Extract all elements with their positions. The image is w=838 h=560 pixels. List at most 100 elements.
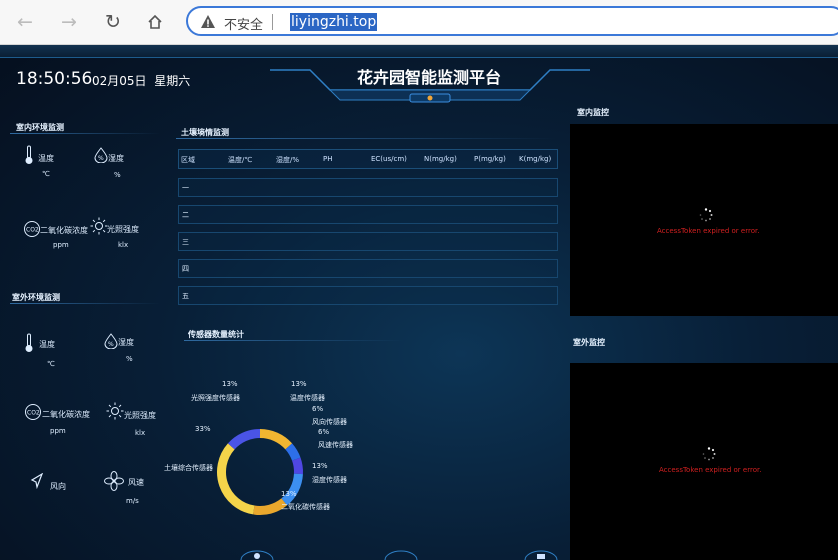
outdoor-co2-unit: ppm	[50, 427, 66, 435]
outdoor-cam-error: AccessToken expired or error.	[659, 466, 762, 474]
outdoor-humidity-label: 湿度	[118, 338, 134, 347]
outdoor-env-title: 室外环境监测	[12, 293, 60, 302]
donut-slice[interactable]	[217, 443, 255, 515]
indoor-light-label: 光照强度	[107, 225, 139, 234]
divider	[10, 303, 160, 304]
donut-label-percent: 6%	[318, 428, 330, 436]
outdoor-humidity-unit: %	[126, 355, 133, 363]
indoor-humidity-label: 湿度	[108, 154, 124, 163]
indoor-env-title: 室内环境监测	[16, 123, 64, 132]
table-row	[178, 232, 558, 251]
outdoor-video-player[interactable]	[570, 363, 838, 560]
svg-text:%: %	[98, 155, 104, 162]
soil-row-label: 二	[182, 211, 189, 219]
svg-text:%: %	[108, 341, 114, 348]
outdoor-light-label: 光照强度	[124, 411, 156, 420]
nav-circle-icon[interactable]	[384, 548, 418, 560]
top-border	[0, 45, 838, 58]
svg-text:CO2: CO2	[27, 410, 40, 417]
indoor-co2-label: 二氧化碳浓度	[40, 226, 88, 235]
sensor-stats-title: 传感器数量统计	[188, 330, 244, 339]
co2-icon: CO2	[24, 221, 40, 237]
indoor-co2-unit: ppm	[53, 241, 69, 249]
humidity-icon: %	[104, 333, 118, 349]
indoor-light-unit: klx	[118, 241, 129, 249]
thermometer-icon	[25, 145, 33, 164]
indoor-humidity-unit: %	[114, 171, 121, 179]
loading-spinner-icon	[699, 208, 713, 222]
wind-speed-label: 风速	[128, 478, 144, 487]
svg-text:CO2: CO2	[26, 227, 39, 234]
donut-label-percent: 6%	[312, 405, 324, 413]
divider	[272, 14, 273, 30]
soil-col-n: N(mg/kg)	[424, 155, 457, 163]
indoor-cam-error: AccessToken expired or error.	[657, 227, 760, 235]
wind-speed-unit: m/s	[126, 497, 139, 505]
donut-label-name: 湿度传感器	[312, 476, 347, 484]
fan-icon	[104, 471, 124, 491]
soil-title: 土壤墒情监测	[181, 128, 229, 137]
humidity-icon: %	[94, 147, 108, 163]
soil-col-k: K(mg/kg)	[519, 155, 552, 163]
outdoor-cam-title: 室外监控	[573, 338, 605, 347]
donut-label-name: 土壤综合传感器	[164, 464, 213, 472]
indoor-temp-label: 温度	[38, 154, 54, 163]
dashboard: 18:50:56 02月05日 星期六 花卉园智能监测平台 室内环境监测 温度 …	[0, 45, 838, 560]
donut-label-percent: 13%	[281, 490, 297, 498]
soil-row-label: 一	[182, 184, 189, 192]
indoor-cam-title: 室内监控	[577, 108, 609, 117]
donut-label-percent: 13%	[312, 462, 328, 470]
wind-direction-icon	[30, 473, 44, 489]
divider	[184, 340, 404, 341]
outdoor-temp-unit: ℃	[47, 360, 55, 368]
donut-label-percent: 33%	[195, 425, 211, 433]
back-icon[interactable]: ←	[12, 9, 38, 35]
donut-label-name: 温度传感器	[290, 394, 325, 402]
url-text[interactable]: liyingzhi.top	[290, 13, 378, 31]
loading-spinner-icon	[702, 447, 716, 461]
donut-label-percent: 13%	[291, 380, 307, 388]
divider	[10, 133, 160, 134]
table-row	[178, 205, 558, 224]
wind-direction-label: 风向	[50, 482, 66, 491]
outdoor-temp-label: 温度	[39, 340, 55, 349]
forward-icon[interactable]: →	[56, 9, 82, 35]
indoor-temp-unit: ℃	[42, 170, 50, 178]
outdoor-co2-label: 二氧化碳浓度	[42, 410, 90, 419]
soil-row-label: 四	[182, 265, 189, 273]
soil-col-ph: PH	[323, 155, 333, 163]
nav-circle-icon[interactable]	[524, 548, 558, 560]
address-bar[interactable]: 不安全 liyingzhi.top	[186, 6, 838, 36]
donut-slice[interactable]	[260, 429, 293, 450]
soil-row-label: 三	[182, 238, 189, 246]
table-row	[178, 259, 558, 278]
home-icon[interactable]	[142, 9, 168, 35]
donut-slice[interactable]	[227, 429, 260, 450]
table-row	[178, 286, 558, 305]
donut-label-name: 风向传感器	[312, 418, 347, 426]
warning-icon	[201, 15, 215, 28]
donut-label-name: 光照强度传感器	[191, 394, 240, 402]
thermometer-icon	[25, 333, 33, 352]
donut-label-name: 风速传感器	[318, 441, 353, 449]
page-title: 花卉园智能监测平台	[356, 68, 501, 87]
co2-icon: CO2	[25, 404, 41, 420]
reload-icon[interactable]: ↻	[100, 9, 126, 35]
soil-col-temp: 温度/℃	[228, 156, 253, 164]
soil-col-ec: EC(us/cm)	[371, 155, 407, 163]
donut-label-percent: 13%	[222, 380, 238, 388]
divider	[176, 138, 556, 139]
sun-icon	[106, 402, 124, 420]
outdoor-light-unit: klx	[135, 429, 146, 437]
soil-col-area: 区域	[181, 156, 195, 164]
donut-slice[interactable]	[292, 457, 303, 475]
table-row	[178, 178, 558, 197]
soil-row-label: 五	[182, 292, 189, 300]
sun-icon	[90, 217, 108, 235]
soil-col-humidity: 湿度/%	[276, 156, 300, 164]
soil-col-p: P(mg/kg)	[474, 155, 506, 163]
security-label[interactable]: 不安全	[224, 14, 263, 33]
browser-toolbar: ← → ↻ 不安全 liyingzhi.top	[0, 0, 838, 45]
nav-circle-icon[interactable]	[240, 548, 274, 560]
donut-label-name: 二氧化碳传感器	[281, 503, 330, 511]
